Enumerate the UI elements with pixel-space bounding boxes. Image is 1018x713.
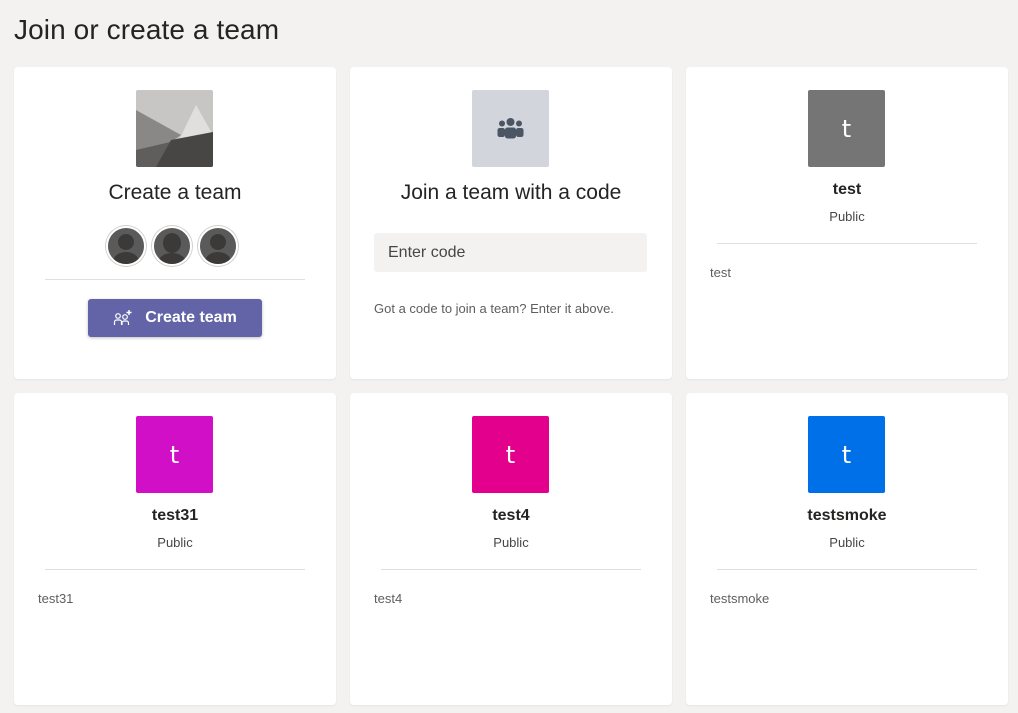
person-silhouette-icon <box>113 234 139 264</box>
team-privacy: Public <box>493 535 529 550</box>
team-thumbnail: t <box>808 90 885 167</box>
create-team-illustration <box>136 90 213 167</box>
join-team-card: Join a team with a code Got a code to jo… <box>350 67 672 379</box>
team-code-hint: Got a code to join a team? Enter it abov… <box>374 301 614 316</box>
team-privacy: Public <box>829 209 865 224</box>
divider <box>381 569 641 570</box>
team-name: test31 <box>151 507 199 524</box>
team-card[interactable]: t testsmoke Public testsmoke <box>686 393 1008 705</box>
team-initial: t <box>841 440 852 469</box>
team-thumbnail: t <box>808 416 885 493</box>
divider <box>45 569 305 570</box>
team-description: test31 <box>38 591 74 606</box>
team-name: testsmoke <box>807 507 887 524</box>
team-code-input[interactable] <box>374 233 647 272</box>
create-team-heading: Create a team <box>108 181 242 204</box>
team-initial: t <box>169 440 180 469</box>
page-title: Join or create a team <box>14 14 280 45</box>
team-name: test4 <box>492 507 530 524</box>
join-team-heading: Join a team with a code <box>400 181 622 204</box>
team-description: test4 <box>374 591 403 606</box>
divider <box>717 569 977 570</box>
join-team-thumbnail <box>472 90 549 167</box>
team-card[interactable]: t test4 Public test4 <box>350 393 672 705</box>
person-silhouette-icon <box>158 233 186 264</box>
create-team-button[interactable]: Create team <box>88 299 262 337</box>
team-card[interactable]: t test Public test <box>686 67 1008 379</box>
team-description: test <box>710 265 731 280</box>
create-team-card: Create a team Create team <box>14 67 336 379</box>
divider <box>717 243 977 244</box>
avatar <box>198 226 238 266</box>
create-team-button-label: Create team <box>145 309 237 326</box>
team-initial: t <box>505 440 516 469</box>
divider <box>45 279 305 280</box>
mountain-image-icon <box>136 90 213 167</box>
team-thumbnail: t <box>136 416 213 493</box>
team-card[interactable]: t test31 Public test31 <box>14 393 336 705</box>
team-thumbnail: t <box>472 416 549 493</box>
avatar <box>106 226 146 266</box>
team-privacy: Public <box>157 535 193 550</box>
team-privacy: Public <box>829 535 865 550</box>
teams-icon <box>497 118 524 139</box>
member-avatars <box>106 226 238 266</box>
add-team-icon <box>114 310 132 325</box>
team-initial: t <box>841 114 852 143</box>
team-description: testsmoke <box>710 591 770 606</box>
team-name: test <box>832 181 862 198</box>
person-silhouette-icon <box>205 234 231 264</box>
avatar <box>152 226 192 266</box>
